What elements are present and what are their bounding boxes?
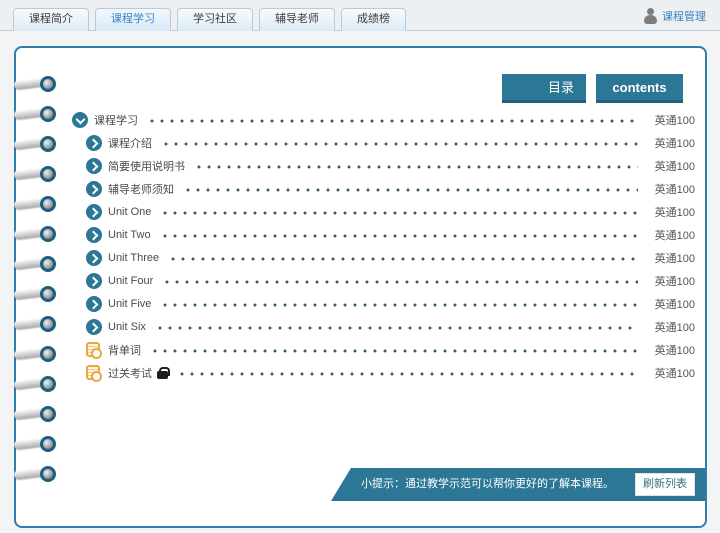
binder-ring [12, 226, 60, 242]
tab-bar: 课程简介 课程学习 学习社区 辅导老师 成绩榜 [13, 8, 406, 31]
binder-ring [12, 136, 60, 152]
binder-ring [12, 256, 60, 272]
list-item-label[interactable]: Unit Six [108, 321, 146, 333]
dot-leader [159, 231, 638, 238]
list-item-value: 英通100 [654, 137, 695, 150]
dot-leader [147, 116, 638, 123]
list-item[interactable]: 课程学习 英通100 [72, 108, 695, 131]
binder-ring [12, 196, 60, 212]
refresh-list-button[interactable]: 刷新列表 [635, 473, 695, 496]
list-item[interactable]: Unit Two 英通100 [72, 223, 695, 246]
tab-community[interactable]: 学习社区 [177, 8, 253, 31]
binder-ring [12, 106, 60, 122]
notebook-panel: 目录 contents 课程学习 英通100 课程介绍 英通100 简要使用说明… [12, 46, 707, 528]
list-item-value: 英通100 [654, 160, 695, 173]
dot-leader [162, 277, 638, 284]
binder-ring [12, 346, 60, 362]
list-item[interactable]: 课程介绍 英通100 [72, 131, 695, 154]
list-item[interactable]: Unit Five 英通100 [72, 292, 695, 315]
list-item-label[interactable]: Unit Four [108, 275, 153, 287]
expand-toggle-icon[interactable] [86, 272, 102, 289]
binder-ring [12, 376, 60, 392]
list-item-label[interactable]: 课程介绍 [108, 135, 152, 151]
binder-ring [12, 406, 60, 422]
dot-leader [161, 139, 638, 146]
dot-leader [168, 254, 638, 261]
binder-ring [12, 76, 60, 92]
list-item-value: 英通100 [654, 298, 695, 311]
list-item-value: 英通100 [654, 206, 695, 219]
list-item[interactable]: Unit Three 英通100 [72, 246, 695, 269]
dot-leader [160, 208, 638, 215]
catalog-button[interactable]: 目录 [502, 74, 586, 103]
list-item-label[interactable]: 辅导老师须知 [108, 181, 174, 197]
list-item[interactable]: Unit Six 英通100 [72, 315, 695, 338]
list-item-value: 英通100 [654, 367, 695, 380]
binder-ring [12, 436, 60, 452]
list-item-label[interactable]: 课程学习 [94, 112, 138, 128]
list-item-value: 英通100 [654, 275, 695, 288]
tip-bar: 小提示：通过教学示范可以帮你更好的了解本课程。 刷新列表 [331, 468, 705, 501]
binder-ring [12, 166, 60, 182]
list-item[interactable]: 简要使用说明书 英通100 [72, 154, 695, 177]
dot-leader [160, 300, 638, 307]
list-item[interactable]: 背单词 英通100 [72, 338, 695, 361]
dot-leader [194, 162, 638, 169]
course-manage-link[interactable]: 课程管理 [643, 8, 706, 24]
expand-toggle-icon[interactable] [86, 180, 102, 197]
list-item-value: 英通100 [654, 229, 695, 242]
list-item[interactable]: 辅导老师须知 英通100 [72, 177, 695, 200]
binder-ring [12, 316, 60, 332]
binder-ring [12, 466, 60, 482]
expand-toggle-icon[interactable] [86, 318, 102, 335]
dot-leader [177, 369, 638, 376]
tab-course-study[interactable]: 课程学习 [95, 8, 171, 31]
list-item-value: 英通100 [654, 114, 695, 127]
tip-text: 小提示：通过教学示范可以帮你更好的了解本课程。 [361, 478, 614, 490]
expand-toggle-icon[interactable] [86, 295, 102, 312]
dot-leader [150, 346, 638, 353]
tab-tutor[interactable]: 辅导老师 [259, 8, 335, 31]
lock-icon [157, 366, 170, 379]
list-item-label[interactable]: 过关考试 [108, 365, 152, 381]
document-icon [86, 365, 102, 382]
list-item-label[interactable]: Unit Three [108, 252, 159, 264]
list-item-value: 英通100 [654, 344, 695, 357]
list-item-value: 英通100 [654, 252, 695, 265]
list-item-value: 英通100 [654, 321, 695, 334]
list-item-label[interactable]: Unit One [108, 206, 151, 218]
document-icon [86, 342, 102, 359]
list-item[interactable]: Unit One 英通100 [72, 200, 695, 223]
person-icon [643, 8, 658, 24]
list-item[interactable]: Unit Four 英通100 [72, 269, 695, 292]
expand-toggle-icon[interactable] [86, 134, 102, 151]
list-item-label[interactable]: Unit Five [108, 298, 151, 310]
toolbar: 目录 contents [502, 74, 683, 103]
course-manage-label: 课程管理 [662, 11, 706, 23]
course-outline-list: 课程学习 英通100 课程介绍 英通100 简要使用说明书 英通100 辅导老师… [72, 108, 695, 384]
dot-leader [183, 185, 638, 192]
list-item-label[interactable]: 简要使用说明书 [108, 158, 185, 174]
expand-toggle-icon[interactable] [86, 203, 102, 220]
list-item-label[interactable]: Unit Two [108, 229, 151, 241]
list-item[interactable]: 过关考试 英通100 [72, 361, 695, 384]
expand-toggle-icon[interactable] [86, 249, 102, 266]
list-item-label[interactable]: 背单词 [108, 342, 141, 358]
dot-leader [154, 323, 638, 330]
list-item-value: 英通100 [654, 183, 695, 196]
expand-toggle-icon[interactable] [86, 157, 102, 174]
binder-ring [12, 286, 60, 302]
binder-rings [12, 76, 60, 482]
expand-toggle-icon[interactable] [86, 226, 102, 243]
tab-course-intro[interactable]: 课程简介 [13, 8, 89, 31]
expand-toggle-icon[interactable] [72, 111, 88, 128]
contents-button[interactable]: contents [596, 74, 683, 103]
tab-scoreboard[interactable]: 成绩榜 [341, 8, 406, 31]
